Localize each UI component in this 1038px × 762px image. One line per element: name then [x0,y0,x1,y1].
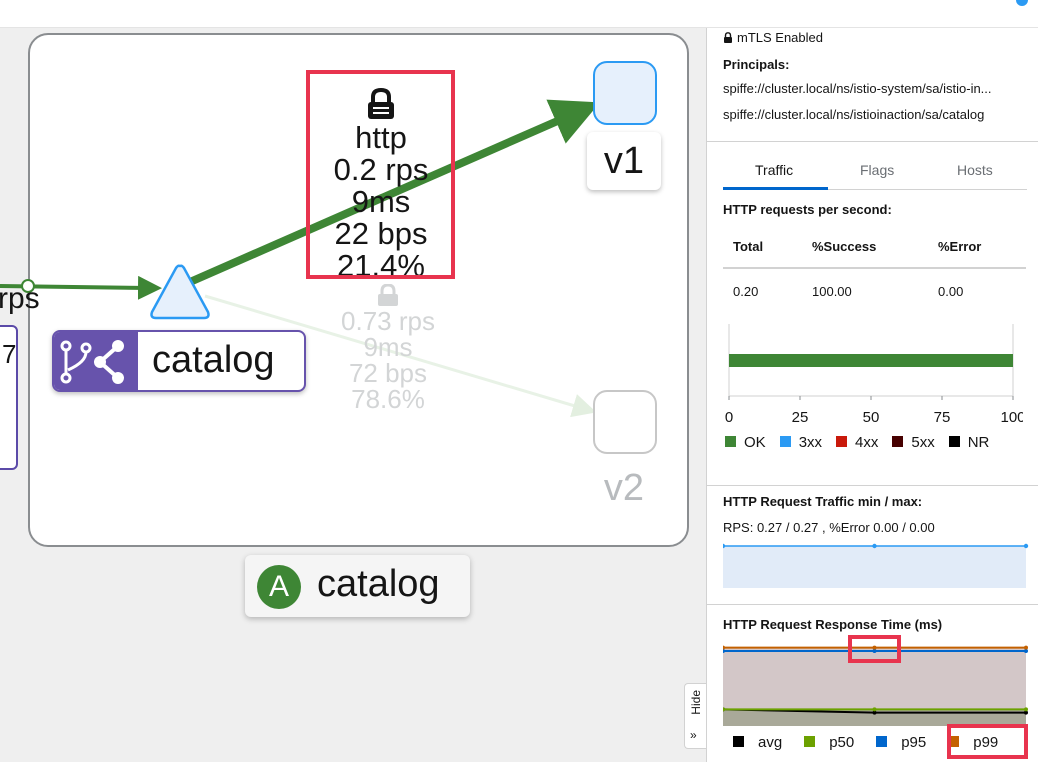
highlight-box-p99-legend [947,724,1028,759]
upstream-fragment: 7 [2,339,17,369]
node-v1[interactable] [593,61,657,125]
traffic-point [1023,543,1029,549]
active-tab-indicator [723,187,828,190]
traffic-sparkline [723,543,1029,588]
divider [707,141,1038,142]
principals-label: Principals: [723,57,790,72]
table-header-divider [723,267,1026,269]
status-bar-chart: 0 25 50 75 100 [725,324,1023,426]
traffic-point [872,543,877,549]
highlight-box-edge-label [306,70,455,279]
legend-item[interactable]: 5xx [892,434,935,451]
table-cell: 0.20 [733,284,759,299]
legend-item[interactable]: p50 [804,734,854,751]
legend-swatch [876,736,888,747]
detail-tabs: Traffic Flags Hosts [723,156,1027,190]
namespace-name: catalog [317,563,440,605]
edge-label-v2: 0.73 rps 9ms 72 bps 78.6% [318,284,458,412]
legend-swatch [804,736,816,747]
table-header: %Success [812,239,877,254]
legend-item[interactable]: NR [948,434,990,451]
namespace-label[interactable]: A catalog [245,555,470,617]
tick-label: 25 [792,409,809,426]
edge-v2-percent: 78.6% [351,384,425,414]
tick-label: 0 [725,409,733,426]
service-name: catalog [152,339,275,381]
edge-v2-latency: 9ms [363,332,413,362]
info-icon[interactable] [1016,0,1028,6]
legend-item[interactable]: avg [733,734,782,751]
point-p50 [1024,707,1028,712]
hide-label: Hide [689,690,703,715]
traffic-min-max-title: HTTP Request Traffic min / max: [723,494,923,509]
status-legend: OK 3xx 4xx 5xx NR [725,434,1003,451]
legend-item[interactable]: 3xx [779,434,823,451]
edge-v2-rps: 0.73 rps [341,306,435,336]
traffic-area [723,546,1026,588]
traffic-min-max-value: RPS: 0.27 / 0.27 , %Error 0.00 / 0.00 [723,520,935,535]
service-node-triangle[interactable] [148,262,212,322]
mtls-label: mTLS Enabled [737,30,823,45]
legend-label: 4xx [855,434,879,451]
side-panel: mTLS Enabled Principals: spiffe://cluste… [706,28,1038,762]
point-p99 [1024,645,1028,650]
legend-label: 5xx [911,434,935,451]
point-p50 [872,707,877,712]
version-label-v1: v1 [587,132,661,190]
legend-swatch [836,436,848,447]
service-label[interactable]: catalog [52,330,306,392]
branch-share-icon [60,340,124,384]
tick-label: 50 [863,409,880,426]
hide-panel-button[interactable]: Hide » [684,683,706,749]
graph-canvas[interactable]: 7 rps catalog v1 v2 0.73 rps 9ms 72 bps … [0,28,706,762]
legend-label: avg [758,734,783,751]
virtual-service-badge [54,332,138,390]
lock-icon [724,32,732,43]
bar-ok [729,354,1013,367]
tick-label: 100 [1000,409,1023,426]
legend-label: OK [744,434,766,451]
tab-flags[interactable]: Flags [860,162,894,178]
lock-icon [378,284,398,306]
upstream-node-label[interactable]: 7 [0,325,18,470]
divider [707,485,1038,486]
highlight-box-chart-point [848,635,901,663]
legend-swatch [733,736,744,747]
table-header: Total [733,239,764,254]
incoming-edge-rps: rps [0,282,40,315]
tab-traffic[interactable]: Traffic [755,162,793,178]
principal-item: spiffe://cluster.local/ns/istio-system/s… [723,81,992,96]
legend-label: p50 [829,734,855,751]
legend-label: 3xx [798,434,823,451]
legend-item[interactable]: OK [725,434,766,451]
tick-label: 75 [934,409,951,426]
legend-swatch [948,436,960,447]
legend-swatch [892,436,904,447]
table-cell: 100.00 [812,284,852,299]
table-header: %Error [938,239,982,254]
http-rps-title: HTTP requests per second: [723,202,892,217]
tab-hosts[interactable]: Hosts [957,162,993,178]
app-badge-icon: A [257,565,301,609]
double-chevron-right-icon: » [690,728,697,742]
legend-item[interactable]: 4xx [836,434,878,451]
response-time-title: HTTP Request Response Time (ms) [723,617,943,632]
principal-item: spiffe://cluster.local/ns/istioinaction/… [723,107,985,122]
legend-item[interactable]: p95 [876,734,926,751]
mtls-status: mTLS Enabled [723,30,823,45]
version-label-v2: v2 [589,461,659,515]
divider [707,604,1038,605]
top-toolbar [0,0,1038,28]
table-cell: 0.00 [938,284,964,299]
edge-v2-throughput: 72 bps [348,358,428,388]
legend-swatch [725,436,736,447]
node-v2[interactable] [593,390,657,454]
legend-label: p95 [901,734,927,751]
legend-swatch [779,436,791,447]
legend-label: NR [967,434,990,451]
